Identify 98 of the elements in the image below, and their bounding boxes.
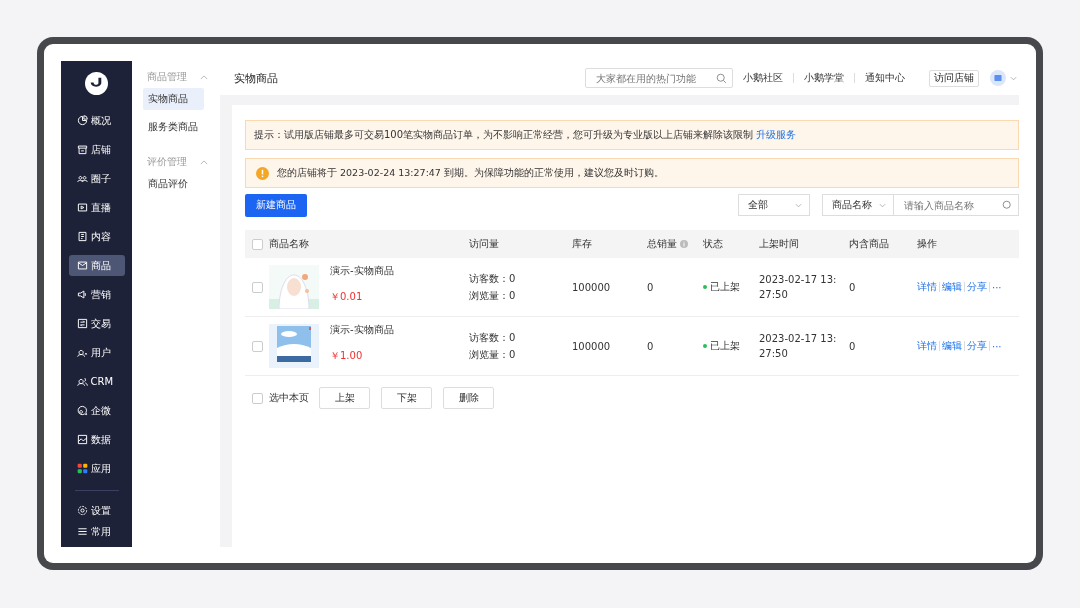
table-cell-text: 100000 [572, 340, 612, 352]
table-cell-text: 2023-02-17 13:27:50 [759, 273, 838, 302]
nav-icon [76, 289, 88, 300]
apps-icon [76, 463, 88, 474]
status-dropdown[interactable]: 全部 [738, 194, 810, 216]
table-cell-text: 0 [647, 340, 655, 352]
nav-icon [76, 260, 88, 271]
info-icon[interactable] [680, 240, 688, 248]
action-link[interactable]: 编辑 [942, 339, 962, 353]
upgrade-link[interactable]: 升级服务 [756, 128, 797, 142]
action-link[interactable]: 详情 [917, 339, 937, 353]
nav-icon [76, 144, 88, 155]
table-cell-text: 0 [849, 281, 857, 293]
nav-item[interactable]: 企微 [68, 400, 125, 421]
nav-icon [76, 173, 88, 184]
column-header: 操作 [917, 237, 937, 251]
nav-icon [76, 115, 88, 126]
product-name[interactable]: 演示-实物商品 [330, 264, 394, 278]
action-link[interactable]: 编辑 [942, 280, 962, 294]
product-search-field[interactable]: 请输入商品名称 [894, 194, 1019, 216]
column-header: 内含商品 [849, 237, 889, 251]
avatar-icon[interactable] [990, 70, 1006, 86]
nav-item[interactable]: 营销 [68, 284, 125, 305]
nav-icon [76, 202, 88, 213]
select-page-label: 选中本页 [269, 391, 309, 405]
nav-item[interactable]: 用户 [68, 342, 125, 363]
nav-item[interactable]: 内容 [68, 226, 125, 247]
view-count: 浏览量：0 [469, 347, 517, 362]
table-cell-text: 0 [647, 281, 655, 293]
header-link[interactable]: 通知中心 [865, 71, 905, 85]
submenu-item[interactable]: 商品评价 [143, 173, 204, 195]
status-text: 已上架 [710, 339, 740, 353]
nav-item[interactable]: 圈子 [68, 168, 125, 189]
nav-item[interactable]: CRM [68, 371, 125, 392]
visitor-count: 访客数：0 [469, 330, 517, 345]
more-link[interactable]: ··· [992, 340, 1002, 352]
nav-item[interactable]: 直播 [68, 197, 125, 218]
column-header: 总销量 [647, 237, 677, 251]
nav-item[interactable]: 设置 [68, 500, 125, 521]
bulk-action-button[interactable]: 上架 [319, 387, 370, 409]
bulk-action-button[interactable]: 下架 [381, 387, 432, 409]
warning-text: 您的店铺将于 2023-02-24 13:27:47 到期。为保障功能的正常使用，建议您及时订购。 [277, 166, 664, 180]
bulk-action-button[interactable]: 删除 [443, 387, 494, 409]
nav-icon [76, 347, 88, 358]
table-cell-text: 100000 [572, 281, 612, 293]
checkbox[interactable] [252, 340, 263, 352]
checkbox[interactable] [252, 281, 263, 293]
nav-item[interactable]: 常用 [68, 521, 125, 542]
column-header: 库存 [572, 237, 592, 251]
nav-icon [76, 376, 88, 387]
warning-icon [256, 166, 269, 180]
settings-icon [76, 505, 88, 516]
header-link[interactable]: 小鹅社区 [743, 71, 783, 85]
action-link[interactable]: 分享 [967, 339, 987, 353]
list-icon [76, 526, 88, 537]
search-field[interactable]: 大家都在用的热门功能 [585, 68, 733, 88]
chevron-icon[interactable] [200, 159, 208, 165]
caret-icon [795, 202, 802, 208]
checkbox[interactable] [252, 238, 263, 250]
chevron-icon[interactable] [200, 74, 208, 80]
caret-icon [879, 202, 886, 208]
menu-group-title: 商品管理 [147, 70, 187, 84]
product-price: ￥1.00 [330, 349, 364, 363]
submenu-item[interactable]: 实物商品 [143, 88, 204, 110]
page-title: 实物商品 [234, 70, 279, 86]
nav-item[interactable]: 概况 [68, 110, 125, 131]
notice-text: 提示：试用版店铺最多可交易100笔实物商品订单，为不影响正常经营，您可升级为专业版以上店铺来解除该限制 [254, 128, 754, 142]
product-price: ￥0.01 [330, 290, 364, 304]
visitor-count: 访客数：0 [469, 271, 517, 286]
status-text: 已上架 [710, 280, 740, 294]
nav-item[interactable]: 商品 [68, 255, 125, 276]
menu-group-title: 评价管理 [147, 155, 187, 169]
nav-item[interactable]: 店铺 [68, 139, 125, 160]
nav-icon [76, 231, 88, 242]
new-product-button[interactable]: 新建商品 [245, 193, 307, 217]
table-cell-text: 2023-02-17 13:27:50 [759, 332, 838, 361]
action-link[interactable]: 详情 [917, 280, 937, 294]
product-name[interactable]: 演示-实物商品 [330, 323, 394, 337]
nav-icon [76, 405, 88, 416]
visit-store-button[interactable]: 访问店铺 [929, 69, 979, 87]
nav-icon [76, 318, 88, 329]
submenu-item[interactable]: 服务类商品 [143, 116, 204, 138]
caret-icon[interactable] [1010, 75, 1017, 81]
nav-item[interactable]: 数据 [68, 429, 125, 450]
action-link[interactable]: 分享 [967, 280, 987, 294]
field-dropdown[interactable]: 商品名称 [822, 194, 894, 216]
column-header: 上架时间 [759, 237, 799, 251]
header-link[interactable]: 小鹅学堂 [804, 71, 844, 85]
view-count: 浏览量：0 [469, 288, 517, 303]
column-header: 访问量 [469, 237, 499, 251]
column-header: 商品名称 [269, 237, 309, 251]
checkbox[interactable] [252, 392, 263, 404]
nav-icon [76, 434, 88, 445]
more-link[interactable]: ··· [992, 281, 1002, 293]
nav-item[interactable]: 交易 [68, 313, 125, 334]
table-cell-text: 0 [849, 340, 857, 352]
column-header: 状态 [703, 237, 723, 251]
nav-item[interactable]: 应用 [68, 458, 125, 479]
